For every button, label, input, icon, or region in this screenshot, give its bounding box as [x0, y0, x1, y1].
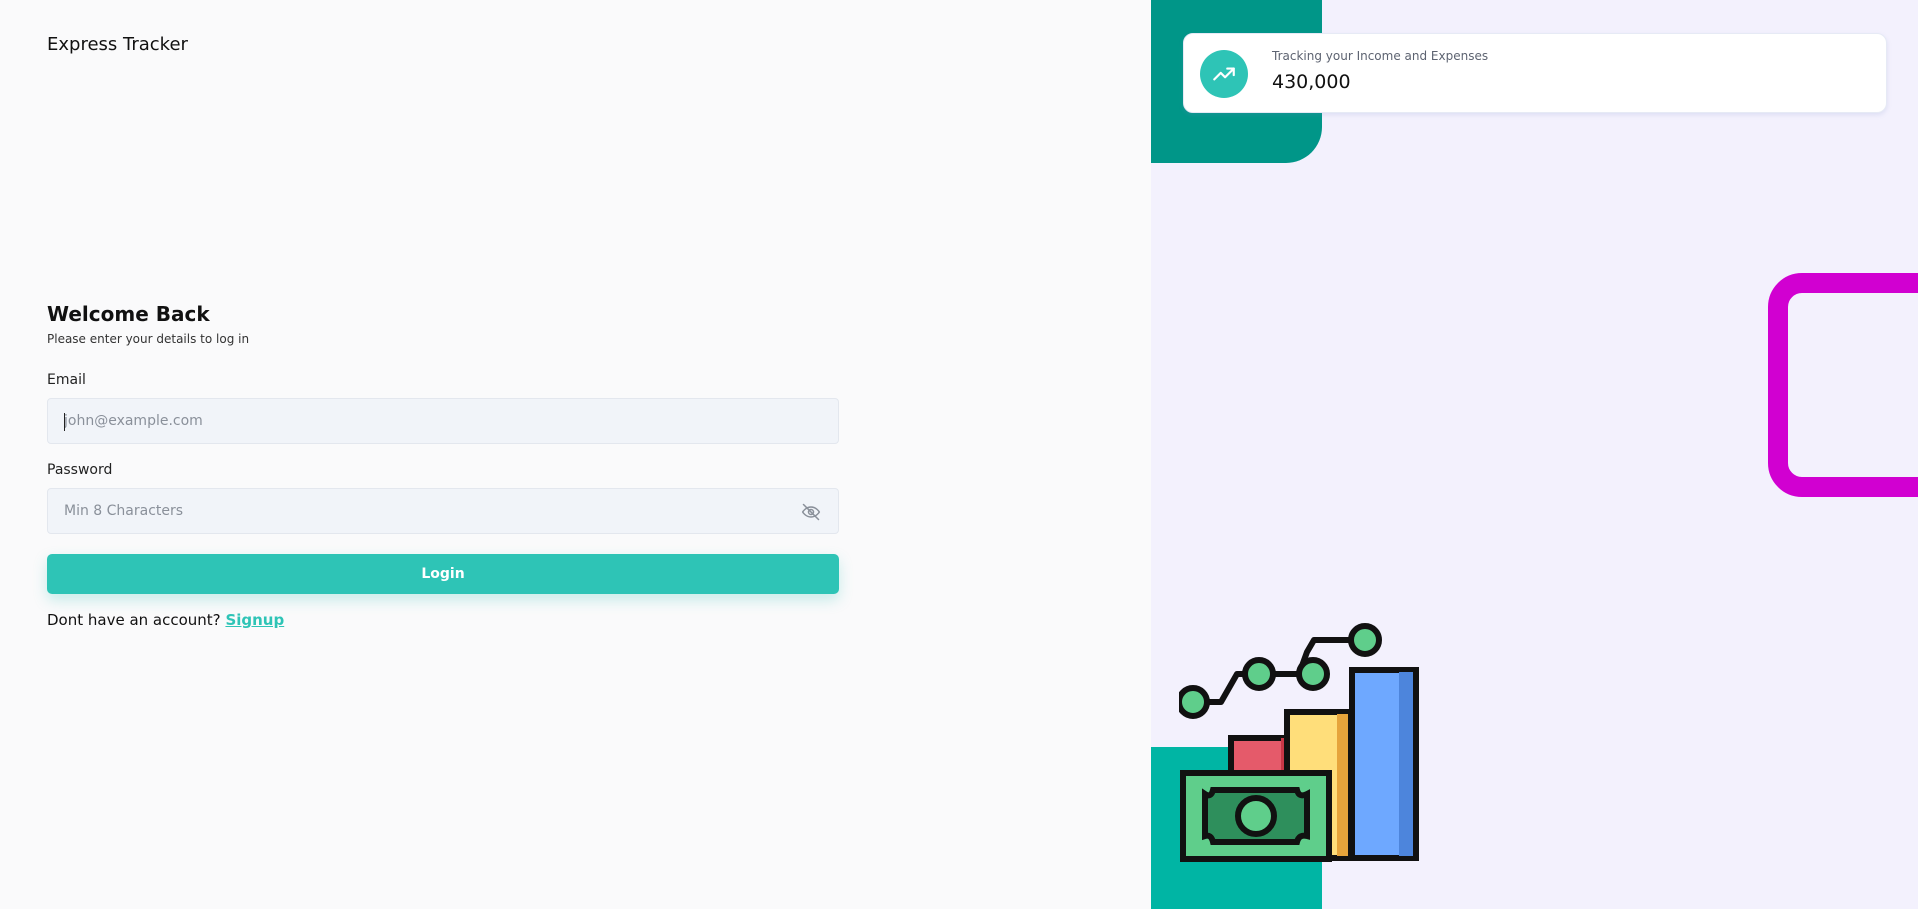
login-form: Welcome Back Please enter your details t…: [47, 302, 839, 629]
decorative-panel: Tracking your Income and Expenses 430,00…: [1151, 0, 1918, 909]
stats-card: Tracking your Income and Expenses 430,00…: [1183, 33, 1887, 113]
password-field[interactable]: [48, 489, 838, 533]
login-panel: Express Tracker Welcome Back Please ente…: [0, 0, 1151, 909]
finance-chart-illustration: [1179, 623, 1419, 862]
text-cursor: [64, 413, 65, 431]
email-field-container: [47, 398, 839, 444]
password-label: Password: [47, 462, 113, 478]
login-button[interactable]: Login: [47, 554, 839, 594]
signup-row: Dont have an account? Signup: [47, 611, 839, 629]
signup-link[interactable]: Signup: [225, 611, 284, 629]
email-field[interactable]: [48, 399, 838, 443]
brand-title: Express Tracker: [47, 34, 188, 55]
trending-up-icon: [1200, 50, 1248, 98]
email-label: Email: [47, 372, 86, 388]
stats-caption: Tracking your Income and Expenses: [1272, 49, 1489, 63]
magenta-frame: [1768, 273, 1918, 497]
stats-value: 430,000: [1272, 71, 1351, 93]
password-field-container: [47, 488, 839, 534]
page-title: Welcome Back: [47, 302, 210, 326]
eye-off-icon[interactable]: [800, 502, 822, 522]
page-subtitle: Please enter your details to log in: [47, 332, 250, 346]
signup-prompt: Dont have an account?: [47, 611, 221, 629]
